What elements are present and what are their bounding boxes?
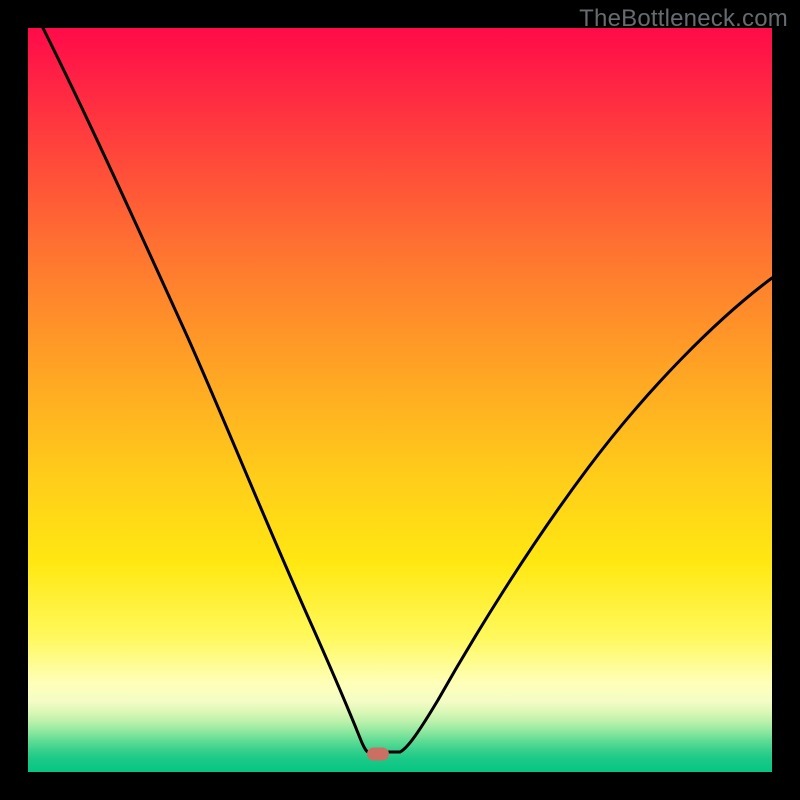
curve-svg [28,28,772,772]
bottleneck-curve [43,28,772,752]
chart-frame: TheBottleneck.com [0,0,800,800]
plot-area [28,28,772,772]
optimum-marker [367,748,389,761]
